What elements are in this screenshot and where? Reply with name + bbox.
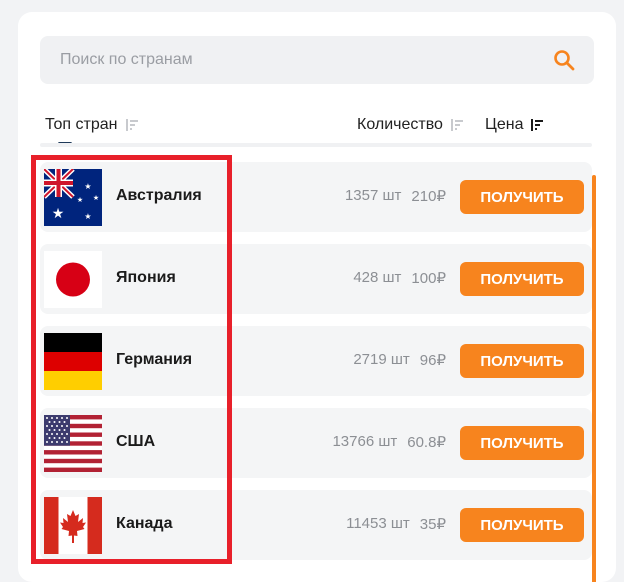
quantity-value: 1357 шт	[344, 187, 402, 204]
svg-text:★: ★	[84, 212, 91, 221]
search-input[interactable]	[60, 36, 540, 84]
stock-info: 13766 шт 60.8₽	[332, 433, 446, 451]
quantity-value: 13766 шт	[332, 433, 398, 450]
country-name: Япония	[116, 269, 176, 286]
stock-info: 428 шт 100₽	[353, 269, 446, 287]
tab-top-countries[interactable]: Топ стран	[45, 116, 140, 134]
country-name: Германия	[116, 351, 193, 368]
usa-flag-icon	[44, 415, 102, 472]
price-value: 100₽	[411, 270, 446, 287]
quantity-label: Количество	[357, 116, 443, 133]
canada-flag-icon	[44, 497, 102, 554]
list-item[interactable]: Германия 2719 шт 96₽ ПОЛУЧИТЬ	[40, 326, 592, 396]
sort-active-icon[interactable]	[529, 117, 545, 133]
stock-info: 11453 шт 35₽	[346, 515, 446, 533]
get-button[interactable]: ПОЛУЧИТЬ	[460, 344, 584, 378]
list-item[interactable]: ★ ★ ★ ★ ★ Австралия 1357 шт 210₽ ПОЛУЧИТ…	[40, 162, 592, 232]
svg-text:★: ★	[77, 196, 83, 204]
get-button[interactable]: ПОЛУЧИТЬ	[460, 262, 584, 296]
get-button[interactable]: ПОЛУЧИТЬ	[460, 508, 584, 542]
country-name: Канада	[116, 515, 173, 532]
country-name: Австралия	[116, 187, 202, 204]
stock-info: 2719 шт 96₽	[353, 351, 446, 369]
japan-flag-icon	[44, 251, 102, 308]
scrollbar[interactable]	[592, 175, 596, 582]
list-item[interactable]: Япония 428 шт 100₽ ПОЛУЧИТЬ	[40, 244, 592, 314]
sort-by-price[interactable]: Цена	[485, 116, 545, 134]
svg-text:★: ★	[52, 206, 65, 222]
svg-text:★: ★	[93, 194, 99, 202]
quantity-value: 428 шт	[353, 269, 402, 286]
germany-flag-icon	[44, 333, 102, 390]
list-item[interactable]: Канада 11453 шт 35₽ ПОЛУЧИТЬ	[40, 490, 592, 560]
get-button[interactable]: ПОЛУЧИТЬ	[460, 426, 584, 460]
countries-panel: Топ стран Количество Цена	[18, 12, 616, 582]
get-button[interactable]: ПОЛУЧИТЬ	[460, 180, 584, 214]
top-countries-label: Топ стран	[45, 116, 118, 133]
list-header: Топ стран Количество Цена	[18, 108, 616, 148]
sort-by-quantity[interactable]: Количество	[357, 116, 465, 134]
country-name: США	[116, 433, 156, 450]
divider	[40, 143, 592, 147]
price-label: Цена	[485, 116, 524, 133]
price-value: 210₽	[411, 188, 446, 205]
price-value: 96₽	[419, 352, 446, 369]
price-value: 60.8₽	[407, 434, 446, 451]
stock-info: 1357 шт 210₽	[345, 187, 446, 205]
australia-flag-icon: ★ ★ ★ ★ ★	[44, 169, 102, 226]
quantity-value: 11453 шт	[346, 515, 410, 532]
svg-text:★: ★	[84, 182, 91, 191]
search-icon[interactable]	[552, 48, 576, 72]
quantity-value: 2719 шт	[353, 351, 410, 368]
search-bar[interactable]	[40, 36, 594, 84]
price-value: 35₽	[419, 516, 446, 533]
list-item[interactable]: США 13766 шт 60.8₽ ПОЛУЧИТЬ	[40, 408, 592, 478]
sort-icon[interactable]	[124, 117, 140, 133]
sort-icon[interactable]	[449, 117, 465, 133]
